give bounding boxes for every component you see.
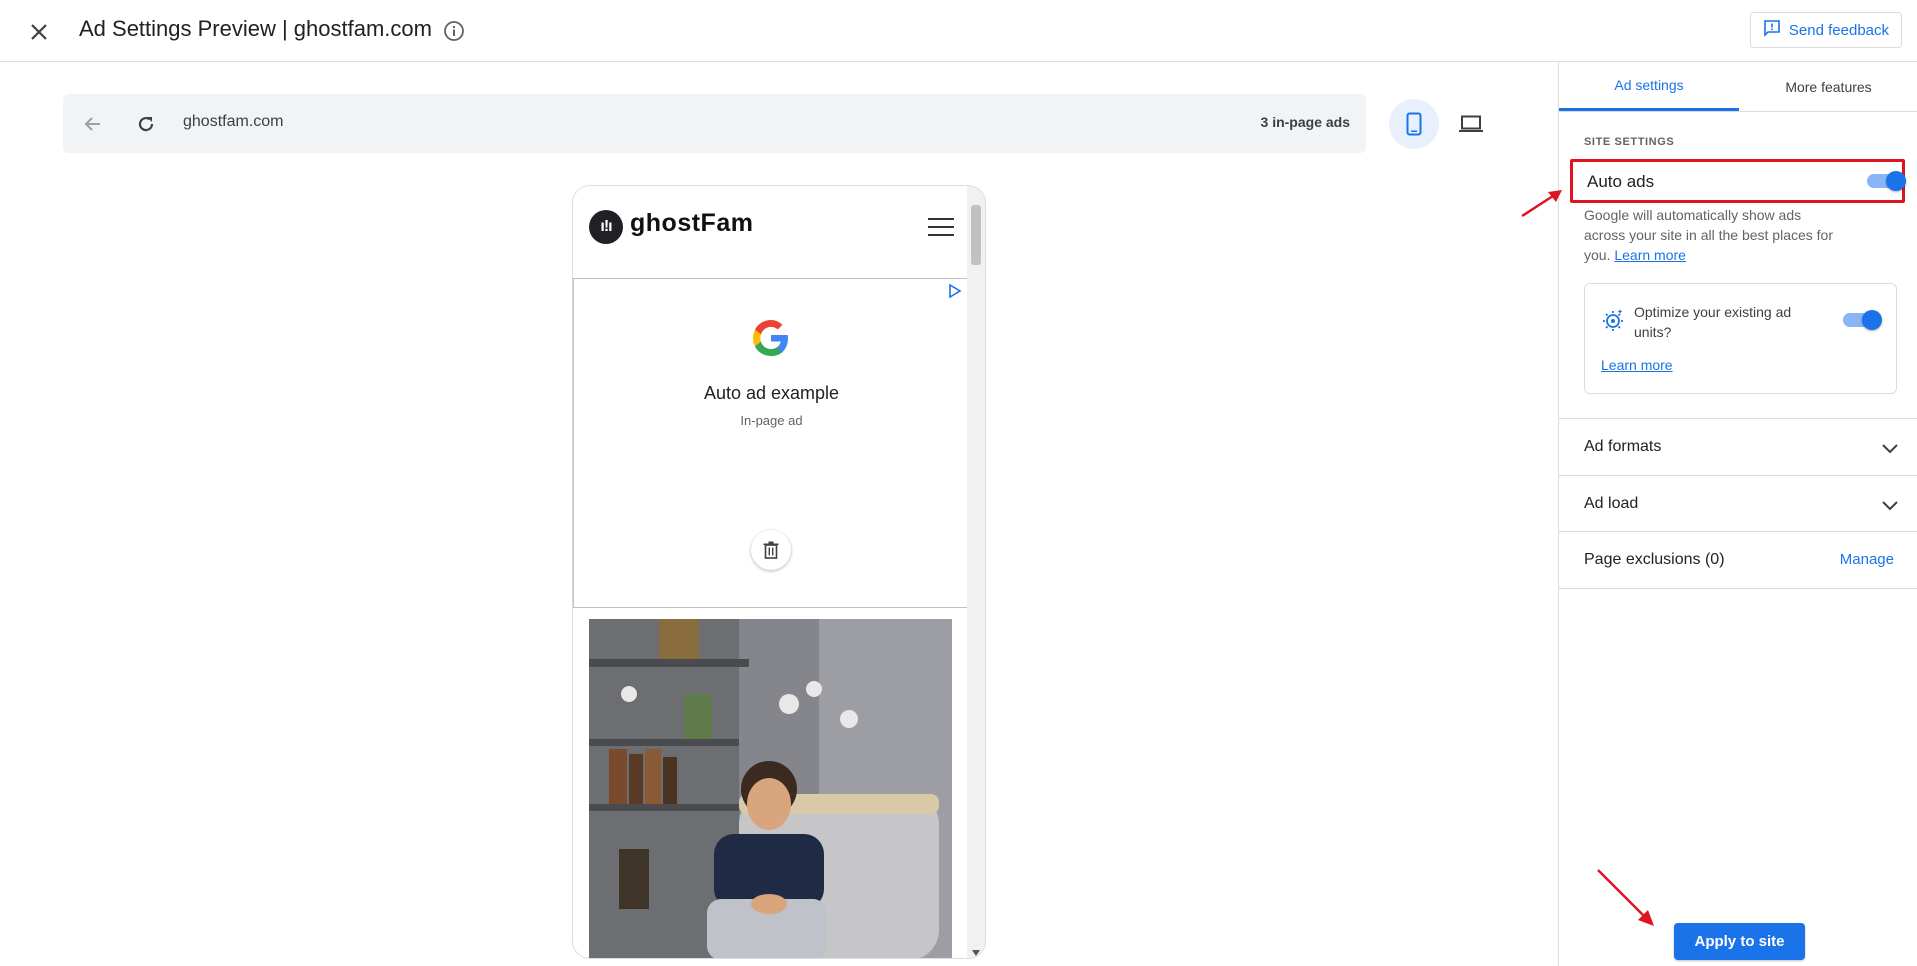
- optimize-label: Optimize your existing ad units?: [1634, 304, 1792, 340]
- trash-icon[interactable]: [751, 530, 791, 570]
- ad-count: 3 in-page ads: [1260, 114, 1350, 130]
- ad-example-title: Auto ad example: [703, 383, 840, 403]
- optimize-gear-icon: [1601, 308, 1625, 332]
- back-arrow-icon[interactable]: [79, 110, 107, 138]
- tab-ad-settings[interactable]: Ad settings: [1559, 62, 1739, 111]
- scrollbar-thumb[interactable]: [971, 205, 981, 265]
- toggle-knob: [1886, 171, 1906, 191]
- ad-choices-icon[interactable]: [947, 283, 963, 299]
- preview-scrollbar[interactable]: [967, 186, 985, 958]
- close-icon[interactable]: [24, 17, 54, 47]
- page-title: Ad Settings Preview | ghostfam.com: [79, 16, 432, 41]
- site-hero-photo: [589, 619, 952, 958]
- send-feedback-label: Send feedback: [1788, 21, 1889, 39]
- auto-ads-row: Auto ads: [1570, 159, 1906, 203]
- ad-load-label: Ad load: [1584, 495, 1639, 512]
- optimize-toggle[interactable]: [1843, 310, 1882, 330]
- apply-to-site-button[interactable]: Apply to site: [1674, 923, 1805, 960]
- site-header: ı!ı ghostFam: [573, 186, 968, 278]
- app-root: Ad Settings Preview | ghostfam.com Send …: [0, 0, 1917, 966]
- toggle-knob: [1862, 310, 1882, 330]
- auto-ads-label: Auto ads: [1587, 172, 1655, 191]
- auto-ad-example: Auto ad example In-page ad: [573, 278, 968, 608]
- send-feedback-button[interactable]: Send feedback: [1749, 12, 1902, 48]
- mobile-preview-frame: ı!ı ghostFam Auto ad example In-page ad: [572, 185, 986, 959]
- chevron-down-icon: [1880, 495, 1900, 515]
- preview-url: ghostfam.com: [183, 113, 284, 130]
- desktop-device-icon[interactable]: [1446, 99, 1496, 149]
- reload-icon[interactable]: [132, 110, 160, 138]
- top-bar: Ad Settings Preview | ghostfam.com Send …: [0, 0, 1917, 62]
- page-exclusions-label: Page exclusions (0): [1584, 551, 1725, 568]
- annotation-arrow: [1597, 869, 1654, 926]
- settings-panel: Ad settings More features SITE SETTINGS …: [1558, 62, 1917, 966]
- site-logo-icon: ı!ı: [589, 210, 623, 244]
- optimize-ad-units-card: Optimize your existing ad units? Learn m…: [1584, 283, 1897, 394]
- ad-formats-label: Ad formats: [1584, 438, 1662, 455]
- annotation-arrow: [1521, 190, 1562, 218]
- auto-ads-learn-more-link[interactable]: Learn more: [1614, 247, 1686, 263]
- ad-formats-row[interactable]: Ad formats: [1559, 418, 1917, 475]
- preview-url-bar: ghostfam.com 3 in-page ads: [63, 94, 1366, 153]
- google-g-icon: [750, 317, 792, 359]
- manage-exclusions-link[interactable]: Manage: [1840, 551, 1894, 568]
- auto-ads-description: Google will automatically show ads acros…: [1584, 205, 1844, 265]
- tabs-divider: [1559, 111, 1917, 112]
- panel-divider: [1559, 588, 1917, 589]
- tab-more-features[interactable]: More features: [1739, 62, 1917, 111]
- site-logo-text: ghostFam: [630, 209, 754, 237]
- hamburger-icon[interactable]: [928, 218, 954, 238]
- ad-example-subtitle: In-page ad: [740, 413, 803, 428]
- chevron-down-icon: [1880, 438, 1900, 458]
- mobile-device-icon[interactable]: [1389, 99, 1439, 149]
- info-icon[interactable]: [442, 19, 466, 43]
- page-exclusions-row: Page exclusions (0) Manage: [1559, 531, 1917, 588]
- ad-load-row[interactable]: Ad load: [1559, 475, 1917, 532]
- optimize-learn-more-link[interactable]: Learn more: [1601, 357, 1673, 373]
- feedback-icon: [1763, 19, 1781, 41]
- scroll-down-arrow-icon[interactable]: [972, 950, 980, 956]
- auto-ads-toggle[interactable]: [1867, 171, 1906, 191]
- site-settings-label: SITE SETTINGS: [1584, 136, 1675, 148]
